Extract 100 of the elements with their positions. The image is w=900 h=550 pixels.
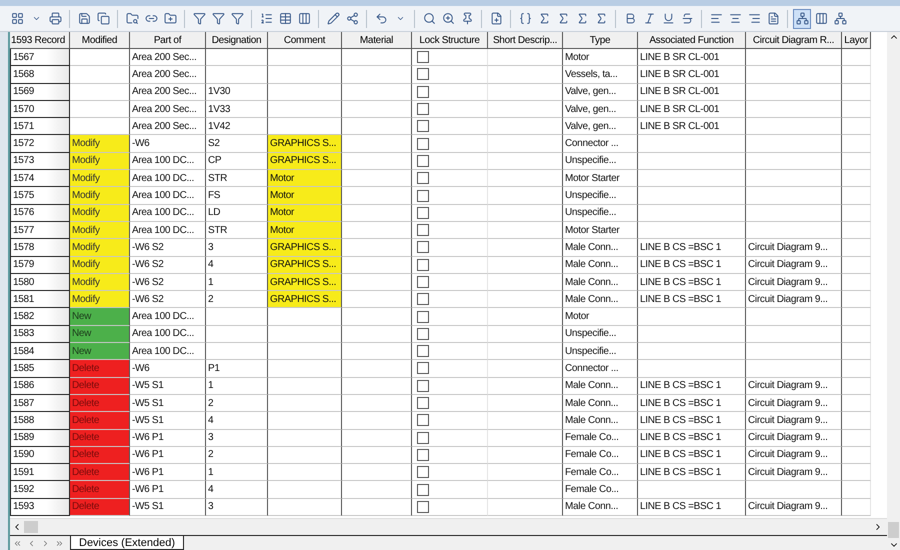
- table-cell: LINE B CS =BSC 1: [638, 446, 746, 464]
- table-cell: 4: [206, 412, 268, 430]
- table-cell: Unspecifie...: [563, 187, 638, 205]
- table-cell: [842, 308, 871, 326]
- column-header[interactable]: Associated Function: [638, 32, 746, 49]
- column-header[interactable]: Comment: [268, 32, 342, 49]
- checkbox[interactable]: [417, 362, 429, 374]
- table-cell: Area 100 DC...: [130, 187, 206, 205]
- checkbox[interactable]: [417, 448, 429, 461]
- filter-icon: [192, 12, 206, 25]
- zoom-in-icon: [442, 12, 454, 25]
- checkbox[interactable]: [417, 310, 429, 323]
- table-cell: Modify: [70, 239, 130, 257]
- horizontal-scrollbar[interactable]: [10, 518, 887, 535]
- checkbox[interactable]: [417, 138, 429, 150]
- table-cell: Connector ...: [563, 135, 638, 153]
- table-cell: STR: [206, 222, 268, 240]
- double-chevron-right-icon: [54, 539, 64, 548]
- table-cell: -W6 S2: [130, 239, 206, 257]
- table-cell: [842, 152, 871, 170]
- checkbox[interactable]: [417, 397, 429, 410]
- checkbox[interactable]: [417, 276, 429, 288]
- column-header[interactable]: Type: [563, 32, 638, 49]
- checkbox[interactable]: [417, 120, 429, 132]
- table-cell: 1: [206, 464, 268, 482]
- table-cell: [842, 66, 871, 84]
- checkbox[interactable]: [417, 224, 429, 236]
- checkbox[interactable]: [417, 190, 429, 202]
- save-icon: [78, 12, 90, 25]
- table-cell: Unspecifie...: [563, 204, 638, 222]
- column-header[interactable]: Circuit Diagram R...: [746, 32, 842, 49]
- checkbox[interactable]: [417, 172, 429, 184]
- braces-icon: [518, 12, 532, 25]
- table-cell: Delete: [70, 378, 130, 395]
- column-header[interactable]: Layor: [842, 32, 871, 49]
- checkbox[interactable]: [417, 51, 429, 64]
- table-cell: New: [70, 326, 130, 344]
- table-cell: Area 100 DC...: [130, 204, 206, 222]
- scrollbar-thumb[interactable]: [888, 522, 899, 538]
- checkbox[interactable]: [417, 258, 429, 271]
- network-button[interactable]: [793, 8, 811, 28]
- table-cell: Circuit Diagram 9...: [746, 256, 842, 274]
- table-cell: Circuit Diagram 9...: [746, 394, 842, 412]
- table-cell: GRAPHICS S...: [268, 291, 342, 308]
- column-header[interactable]: Designation: [206, 32, 268, 49]
- checkbox[interactable]: [417, 345, 429, 358]
- table-cell: Motor: [268, 204, 342, 222]
- column-header[interactable]: 1593 Record: [10, 32, 70, 49]
- network-icon: [834, 12, 846, 25]
- checkbox[interactable]: [417, 206, 429, 219]
- table-cell: Delete: [70, 498, 130, 516]
- table-cell: Modify: [70, 274, 130, 292]
- table-cell: [206, 66, 268, 84]
- checkbox[interactable]: [417, 154, 429, 167]
- checkbox[interactable]: [417, 500, 429, 513]
- table-cell: Area 200 Sec...: [130, 100, 206, 118]
- table-cell: 2: [206, 394, 268, 412]
- checkbox[interactable]: [417, 241, 429, 254]
- table-cell: LINE B SR CL-001: [638, 49, 746, 66]
- table-cell: New: [70, 343, 130, 360]
- table-cell: Modify: [70, 256, 130, 274]
- checkbox[interactable]: [417, 103, 429, 116]
- checkbox[interactable]: [417, 466, 429, 478]
- table-cell: [842, 49, 871, 66]
- column-header[interactable]: Material: [342, 32, 412, 49]
- checkbox[interactable]: [417, 328, 429, 340]
- table-cell: Area 200 Sec...: [130, 49, 206, 66]
- column-header[interactable]: Short Descrip...: [488, 32, 563, 49]
- table-cell: [206, 49, 268, 66]
- record-number: 1571: [10, 118, 70, 136]
- checkbox[interactable]: [417, 293, 429, 306]
- table-cell: Circuit Diagram 9...: [746, 378, 842, 395]
- table-cell: -W6 P1: [130, 481, 206, 499]
- table-cell: [842, 135, 871, 153]
- table-cell: LINE B SR CL-001: [638, 84, 746, 101]
- checkbox[interactable]: [417, 68, 429, 80]
- table-cell: [206, 326, 268, 344]
- table-cell: -W5 S1: [130, 394, 206, 412]
- table-cell: LINE B SR CL-001: [638, 100, 746, 118]
- table-cell: Area 100 DC...: [130, 343, 206, 360]
- checkbox[interactable]: [417, 86, 429, 98]
- table-cell: Unspecifie...: [563, 343, 638, 360]
- scrollbar-thumb[interactable]: [24, 521, 38, 533]
- checkbox[interactable]: [417, 432, 429, 444]
- document-icon: [766, 12, 780, 25]
- table-cell: Circuit Diagram 9...: [746, 430, 842, 447]
- table-cell: Male Conn...: [563, 498, 638, 516]
- sheet-tab[interactable]: Devices (Extended): [70, 536, 184, 550]
- checkbox[interactable]: [417, 380, 429, 392]
- column-header[interactable]: Lock Structure: [412, 32, 488, 49]
- table-cell: STR: [206, 170, 268, 188]
- share-icon: [346, 12, 358, 25]
- column-header[interactable]: Modified: [70, 32, 130, 49]
- vertical-scrollbar[interactable]: [887, 32, 900, 550]
- checkbox[interactable]: [417, 484, 429, 496]
- record-number: 1576: [10, 204, 70, 222]
- record-number: 1590: [10, 446, 70, 464]
- checkbox[interactable]: [417, 414, 429, 426]
- table-cell: Area 100 DC...: [130, 170, 206, 188]
- column-header[interactable]: Part of: [130, 32, 206, 49]
